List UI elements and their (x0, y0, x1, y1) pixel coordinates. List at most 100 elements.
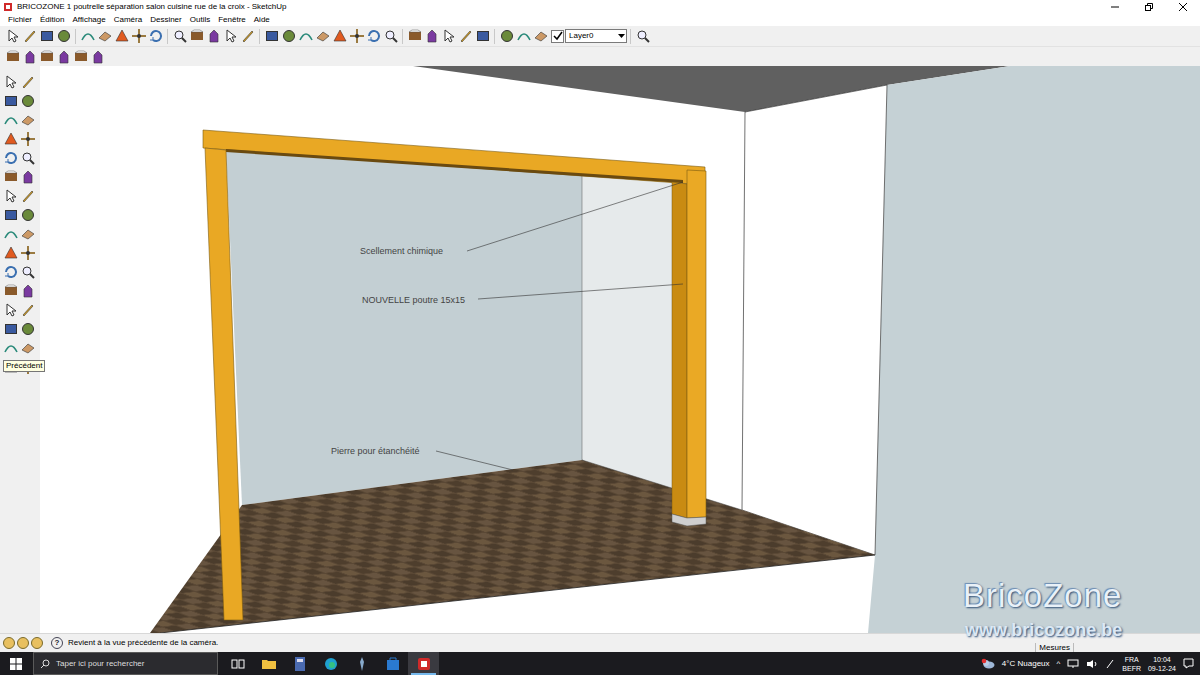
toolset-tool-icon[interactable] (2, 301, 19, 318)
taskbar-app[interactable] (284, 652, 315, 675)
help-button[interactable]: ? (51, 637, 63, 649)
minimize-icon[interactable] (1098, 0, 1132, 14)
toolset-tool-icon[interactable] (2, 187, 19, 204)
toolset-tool-icon[interactable] (19, 244, 36, 261)
clock[interactable]: 10:04 09-12-24 (1148, 655, 1176, 673)
zoom-tool-icon[interactable] (239, 28, 256, 45)
toolset-tool-icon[interactable] (19, 149, 36, 166)
toolset-tool-icon[interactable] (19, 187, 36, 204)
push-pull-tool-icon[interactable] (498, 28, 515, 45)
rectangle-tool-icon[interactable] (406, 28, 423, 45)
menu-item[interactable]: Édition (36, 14, 68, 26)
toolset-tool-icon[interactable] (2, 130, 19, 147)
line-tool-icon[interactable] (21, 28, 38, 45)
pen-icon[interactable] (1105, 659, 1115, 669)
eraser-tool-icon[interactable] (457, 28, 474, 45)
network-icon[interactable] (1067, 659, 1079, 669)
taskbar-app[interactable] (315, 652, 346, 675)
menu-item[interactable]: Caméra (110, 14, 146, 26)
taskbar-app[interactable] (222, 652, 253, 675)
toolset-tool-icon[interactable] (19, 73, 36, 90)
restore-icon[interactable] (1132, 0, 1166, 14)
rectangle-tool-icon[interactable] (38, 28, 55, 45)
toolset-tool-icon[interactable] (19, 92, 36, 109)
model-view[interactable]: Scellement chimique NOUVELLE poutre 15x1… (40, 66, 1200, 633)
menu-item[interactable]: Fichier (4, 14, 36, 26)
menu-item[interactable]: Outils (186, 14, 214, 26)
layer-manager-icon[interactable] (634, 28, 651, 45)
taskbar-app[interactable] (253, 652, 284, 675)
rotate-tool-icon[interactable] (532, 28, 549, 45)
geolocation-icon[interactable] (3, 637, 15, 649)
section-tool-icon[interactable] (280, 28, 297, 45)
toolset-tool-icon[interactable] (2, 225, 19, 242)
credits-icon[interactable] (17, 637, 29, 649)
move-tool-icon[interactable] (515, 28, 532, 45)
back-view-icon[interactable] (72, 48, 89, 65)
orbit-tool-icon[interactable] (205, 28, 222, 45)
toolset-tool-icon[interactable] (2, 149, 19, 166)
toolset-tool-icon[interactable] (19, 282, 36, 299)
iso-view-icon[interactable] (4, 48, 21, 65)
weather-text[interactable]: 4°C Nuageux (1002, 658, 1050, 670)
toolset-tool-icon[interactable] (19, 206, 36, 223)
style-tool-icon[interactable] (348, 28, 365, 45)
close-icon[interactable] (1166, 0, 1200, 14)
model-canvas[interactable]: Scellement chimique NOUVELLE poutre 15x1… (40, 66, 1200, 633)
circle-tool-icon[interactable] (55, 28, 72, 45)
toolset-tool-icon[interactable] (19, 168, 36, 185)
paint-tool-icon[interactable] (474, 28, 491, 45)
toolset-tool-icon[interactable] (2, 282, 19, 299)
toolset-tool-icon[interactable] (19, 263, 36, 280)
taskbar-app[interactable] (377, 652, 408, 675)
taskbar-app[interactable] (408, 652, 439, 675)
toolset-tool-icon[interactable] (2, 168, 19, 185)
annotation-label[interactable]: NOUVELLE poutre 15x15 (362, 295, 465, 305)
arc-tool-icon[interactable] (79, 28, 96, 45)
toolset-tool-icon[interactable] (2, 92, 19, 109)
top-view-icon[interactable] (21, 48, 38, 65)
menu-item[interactable]: Fenêtre (214, 14, 250, 26)
toolset-tool-icon[interactable] (19, 225, 36, 242)
push-pull-tool-icon[interactable] (130, 28, 147, 45)
pan-tool-icon[interactable] (222, 28, 239, 45)
eraser-tool-icon[interactable] (96, 28, 113, 45)
notification-icon[interactable] (1183, 658, 1194, 669)
account-icon[interactable] (31, 637, 43, 649)
move-tool-icon[interactable] (147, 28, 164, 45)
weather-cloud-icon[interactable] (981, 658, 995, 669)
tray-overflow-button[interactable]: ^ (1057, 658, 1061, 670)
search-box[interactable]: Taper ici pour rechercher (33, 652, 218, 675)
taskbar-app[interactable] (346, 652, 377, 675)
toolset-tool-icon[interactable] (2, 339, 19, 356)
toolset-tool-icon[interactable] (2, 263, 19, 280)
menu-item[interactable]: Aide (250, 14, 274, 26)
front-view-icon[interactable] (38, 48, 55, 65)
select-tool-icon[interactable] (365, 28, 382, 45)
layer-dropdown[interactable]: Layer0 (565, 29, 627, 43)
layer-visible-checkbox[interactable] (551, 30, 564, 43)
start-button[interactable] (0, 652, 31, 675)
rotate-tool-icon[interactable] (171, 28, 188, 45)
circle-tool-icon[interactable] (423, 28, 440, 45)
extension-tool-icon[interactable] (331, 28, 348, 45)
toolset-tool-icon[interactable] (2, 206, 19, 223)
toolset-tool-icon[interactable] (19, 339, 36, 356)
left-view-icon[interactable] (89, 48, 106, 65)
toolset-tool-icon[interactable] (19, 130, 36, 147)
arc-tool-icon[interactable] (440, 28, 457, 45)
annotation-label[interactable]: Scellement chimique (360, 246, 443, 256)
annotation-label[interactable]: Pierre pour étanchéité (331, 446, 420, 456)
menu-item[interactable]: Dessiner (146, 14, 186, 26)
toolset-tool-icon[interactable] (19, 111, 36, 128)
paint-tool-icon[interactable] (113, 28, 130, 45)
component-tool-icon[interactable] (297, 28, 314, 45)
toolset-tool-icon[interactable] (2, 73, 19, 90)
offset-tool-icon[interactable] (188, 28, 205, 45)
language-indicator[interactable]: FRA BEFR (1122, 655, 1141, 673)
volume-icon[interactable] (1086, 659, 1098, 669)
zoom-extents-tool-icon[interactable] (263, 28, 280, 45)
toolset-tool-icon[interactable] (2, 244, 19, 261)
toolset-tool-icon[interactable] (2, 320, 19, 337)
select-tool-icon[interactable] (4, 28, 21, 45)
